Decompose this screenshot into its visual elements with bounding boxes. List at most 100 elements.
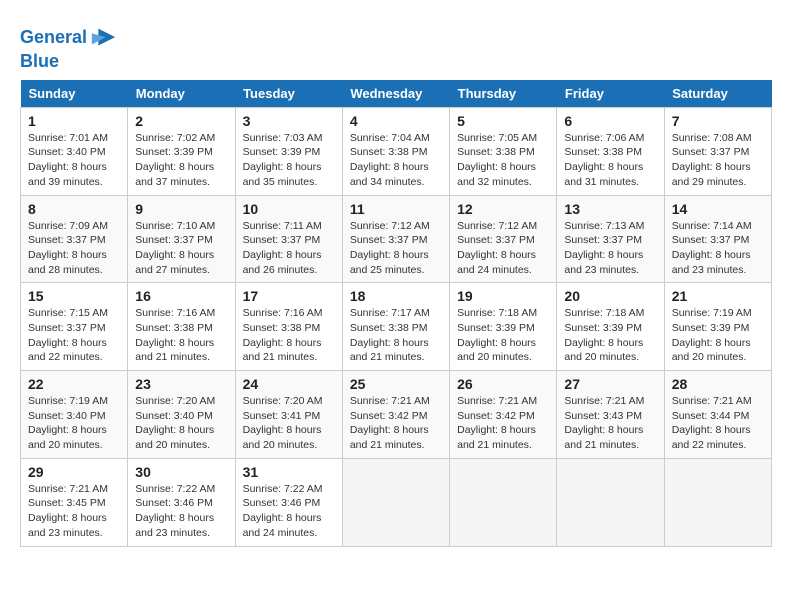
day-number: 10 [243, 201, 335, 217]
weekday-header-wednesday: Wednesday [342, 80, 449, 108]
day-number: 21 [672, 288, 764, 304]
day-info: Sunrise: 7:10 AMSunset: 3:37 PMDaylight:… [135, 219, 227, 278]
calendar-week-2: 8 Sunrise: 7:09 AMSunset: 3:37 PMDaylight… [21, 195, 772, 283]
calendar-table: SundayMondayTuesdayWednesdayThursdayFrid… [20, 80, 772, 547]
day-info: Sunrise: 7:22 AMSunset: 3:46 PMDaylight:… [243, 482, 335, 541]
day-info: Sunrise: 7:06 AMSunset: 3:38 PMDaylight:… [564, 131, 656, 190]
day-info: Sunrise: 7:05 AMSunset: 3:38 PMDaylight:… [457, 131, 549, 190]
day-info: Sunrise: 7:18 AMSunset: 3:39 PMDaylight:… [564, 306, 656, 365]
calendar-cell [450, 458, 557, 546]
calendar-week-5: 29 Sunrise: 7:21 AMSunset: 3:45 PMDayligh… [21, 458, 772, 546]
day-info: Sunrise: 7:20 AMSunset: 3:41 PMDaylight:… [243, 394, 335, 453]
day-number: 30 [135, 464, 227, 480]
day-number: 27 [564, 376, 656, 392]
day-number: 9 [135, 201, 227, 217]
calendar-cell: 22Sunrise: 7:19 AMSunset: 3:40 PMDayligh… [21, 371, 128, 459]
calendar-cell: 3 Sunrise: 7:03 AMSunset: 3:39 PMDaylight… [235, 107, 342, 195]
day-info: Sunrise: 7:14 AMSunset: 3:37 PMDaylight:… [672, 219, 764, 278]
day-info: Sunrise: 7:21 AMSunset: 3:44 PMDaylight:… [672, 394, 764, 453]
calendar-cell: 19Sunrise: 7:18 AMSunset: 3:39 PMDayligh… [450, 283, 557, 371]
calendar-cell: 31 Sunrise: 7:22 AMSunset: 3:46 PMDayligh… [235, 458, 342, 546]
day-info: Sunrise: 7:21 AMSunset: 3:42 PMDaylight:… [350, 394, 442, 453]
day-number: 12 [457, 201, 549, 217]
day-number: 24 [243, 376, 335, 392]
calendar-cell: 23Sunrise: 7:20 AMSunset: 3:40 PMDayligh… [128, 371, 235, 459]
calendar-cell: 10 Sunrise: 7:11 AMSunset: 3:37 PMDayligh… [235, 195, 342, 283]
weekday-header-sunday: Sunday [21, 80, 128, 108]
day-number: 26 [457, 376, 549, 392]
day-info: Sunrise: 7:18 AMSunset: 3:39 PMDaylight:… [457, 306, 549, 365]
calendar-cell: 7 Sunrise: 7:08 AMSunset: 3:37 PMDaylight… [664, 107, 771, 195]
day-number: 7 [672, 113, 764, 129]
calendar-cell [664, 458, 771, 546]
calendar-cell: 13 Sunrise: 7:13 AMSunset: 3:37 PMDayligh… [557, 195, 664, 283]
calendar-cell: 21 Sunrise: 7:19 AMSunset: 3:39 PMDayligh… [664, 283, 771, 371]
calendar-week-4: 22Sunrise: 7:19 AMSunset: 3:40 PMDayligh… [21, 371, 772, 459]
day-number: 17 [243, 288, 335, 304]
day-number: 20 [564, 288, 656, 304]
day-info: Sunrise: 7:16 AMSunset: 3:38 PMDaylight:… [243, 306, 335, 365]
day-number: 23 [135, 376, 227, 392]
day-info: Sunrise: 7:12 AMSunset: 3:37 PMDaylight:… [350, 219, 442, 278]
logo-icon [89, 24, 117, 52]
weekday-header-row: SundayMondayTuesdayWednesdayThursdayFrid… [21, 80, 772, 108]
calendar-cell: 2 Sunrise: 7:02 AMSunset: 3:39 PMDaylight… [128, 107, 235, 195]
page-header: General Blue [20, 20, 772, 72]
calendar-week-3: 15 Sunrise: 7:15 AMSunset: 3:37 PMDayligh… [21, 283, 772, 371]
calendar-cell: 16Sunrise: 7:16 AMSunset: 3:38 PMDayligh… [128, 283, 235, 371]
calendar-cell [342, 458, 449, 546]
calendar-cell: 25Sunrise: 7:21 AMSunset: 3:42 PMDayligh… [342, 371, 449, 459]
day-number: 8 [28, 201, 120, 217]
day-info: Sunrise: 7:01 AMSunset: 3:40 PMDaylight:… [28, 131, 120, 190]
calendar-cell: 5 Sunrise: 7:05 AMSunset: 3:38 PMDaylight… [450, 107, 557, 195]
weekday-header-thursday: Thursday [450, 80, 557, 108]
day-number: 13 [564, 201, 656, 217]
day-number: 28 [672, 376, 764, 392]
day-info: Sunrise: 7:15 AMSunset: 3:37 PMDaylight:… [28, 306, 120, 365]
weekday-header-tuesday: Tuesday [235, 80, 342, 108]
weekday-header-saturday: Saturday [664, 80, 771, 108]
day-number: 14 [672, 201, 764, 217]
day-info: Sunrise: 7:19 AMSunset: 3:39 PMDaylight:… [672, 306, 764, 365]
day-info: Sunrise: 7:17 AMSunset: 3:38 PMDaylight:… [350, 306, 442, 365]
day-number: 3 [243, 113, 335, 129]
day-number: 5 [457, 113, 549, 129]
calendar-cell [557, 458, 664, 546]
day-number: 6 [564, 113, 656, 129]
logo: General Blue [20, 24, 117, 72]
day-info: Sunrise: 7:21 AMSunset: 3:45 PMDaylight:… [28, 482, 120, 541]
day-info: Sunrise: 7:02 AMSunset: 3:39 PMDaylight:… [135, 131, 227, 190]
day-number: 16 [135, 288, 227, 304]
calendar-cell: 28 Sunrise: 7:21 AMSunset: 3:44 PMDayligh… [664, 371, 771, 459]
day-info: Sunrise: 7:22 AMSunset: 3:46 PMDaylight:… [135, 482, 227, 541]
calendar-cell: 11Sunrise: 7:12 AMSunset: 3:37 PMDayligh… [342, 195, 449, 283]
calendar-cell: 24 Sunrise: 7:20 AMSunset: 3:41 PMDayligh… [235, 371, 342, 459]
day-info: Sunrise: 7:08 AMSunset: 3:37 PMDaylight:… [672, 131, 764, 190]
day-info: Sunrise: 7:13 AMSunset: 3:37 PMDaylight:… [564, 219, 656, 278]
calendar-cell: 30 Sunrise: 7:22 AMSunset: 3:46 PMDayligh… [128, 458, 235, 546]
day-info: Sunrise: 7:21 AMSunset: 3:42 PMDaylight:… [457, 394, 549, 453]
day-number: 29 [28, 464, 120, 480]
day-number: 31 [243, 464, 335, 480]
day-number: 4 [350, 113, 442, 129]
day-info: Sunrise: 7:19 AMSunset: 3:40 PMDaylight:… [28, 394, 120, 453]
day-number: 1 [28, 113, 120, 129]
calendar-cell: 1 Sunrise: 7:01 AMSunset: 3:40 PMDaylight… [21, 107, 128, 195]
calendar-cell: 9 Sunrise: 7:10 AMSunset: 3:37 PMDaylight… [128, 195, 235, 283]
calendar-cell: 27 Sunrise: 7:21 AMSunset: 3:43 PMDayligh… [557, 371, 664, 459]
calendar-cell: 14 Sunrise: 7:14 AMSunset: 3:37 PMDayligh… [664, 195, 771, 283]
calendar-cell: 15 Sunrise: 7:15 AMSunset: 3:37 PMDayligh… [21, 283, 128, 371]
day-info: Sunrise: 7:11 AMSunset: 3:37 PMDaylight:… [243, 219, 335, 278]
calendar-cell: 12 Sunrise: 7:12 AMSunset: 3:37 PMDayligh… [450, 195, 557, 283]
day-info: Sunrise: 7:21 AMSunset: 3:43 PMDaylight:… [564, 394, 656, 453]
day-number: 2 [135, 113, 227, 129]
day-info: Sunrise: 7:09 AMSunset: 3:37 PMDaylight:… [28, 219, 120, 278]
day-info: Sunrise: 7:12 AMSunset: 3:37 PMDaylight:… [457, 219, 549, 278]
day-number: 15 [28, 288, 120, 304]
calendar-cell: 6 Sunrise: 7:06 AMSunset: 3:38 PMDaylight… [557, 107, 664, 195]
day-info: Sunrise: 7:03 AMSunset: 3:39 PMDaylight:… [243, 131, 335, 190]
calendar-cell: 29 Sunrise: 7:21 AMSunset: 3:45 PMDayligh… [21, 458, 128, 546]
calendar-week-1: 1 Sunrise: 7:01 AMSunset: 3:40 PMDaylight… [21, 107, 772, 195]
weekday-header-friday: Friday [557, 80, 664, 108]
weekday-header-monday: Monday [128, 80, 235, 108]
